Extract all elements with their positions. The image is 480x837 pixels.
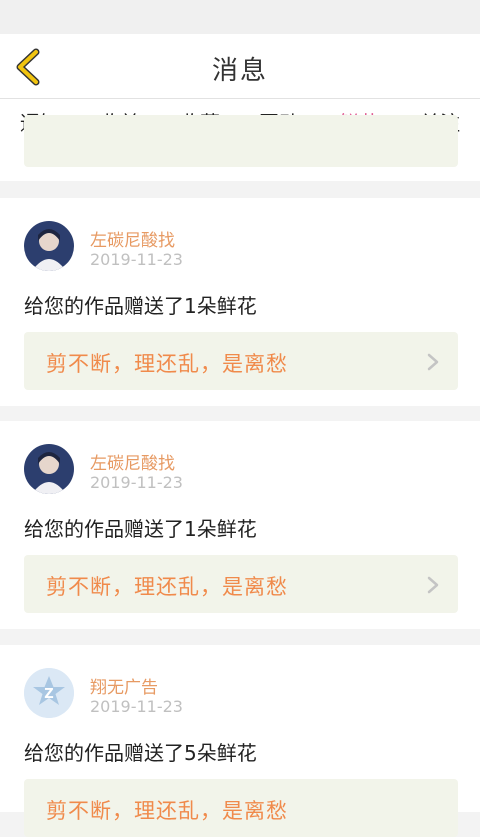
chevron-right-icon	[427, 353, 439, 371]
user-photo-icon	[24, 221, 74, 271]
svg-text:Z: Z	[44, 687, 53, 702]
user-photo-icon	[24, 444, 74, 494]
timestamp: 2019-11-23	[90, 473, 183, 492]
chevron-right-icon	[427, 576, 439, 594]
gift-message: 给您的作品赠送了5朵鲜花	[24, 741, 257, 765]
list-item	[0, 115, 480, 181]
avatar[interactable]	[24, 444, 74, 494]
timestamp: 2019-11-23	[90, 250, 183, 269]
username[interactable]: 左碳尼酸找	[90, 449, 175, 474]
gift-message: 给您的作品赠送了1朵鲜花	[24, 294, 257, 318]
page-title: 消息	[211, 56, 268, 86]
quoted-work[interactable]: 剪不断，理还乱，是离愁	[24, 332, 458, 390]
status-bar	[0, 0, 480, 34]
quoted-work-title: 剪不断，理还乱，是离愁	[46, 575, 288, 599]
username[interactable]: 翔无广告	[90, 673, 158, 698]
z-logo-icon: Z	[24, 668, 74, 718]
gift-message: 给您的作品赠送了1朵鲜花	[24, 517, 257, 541]
quoted-work[interactable]: 剪不断，理还乱，是离愁	[24, 555, 458, 613]
quoted-work-title: 剪不断，理还乱，是离愁	[46, 799, 288, 823]
list-item: Z 翔无广告 2019-11-23 给您的作品赠送了5朵鲜花 剪不断，理还乱，是…	[0, 645, 480, 837]
timestamp: 2019-11-23	[90, 697, 183, 716]
quoted-work[interactable]: 剪不断，理还乱，是离愁	[24, 779, 458, 837]
quoted-work[interactable]	[24, 115, 458, 167]
header: 消息	[0, 34, 480, 99]
quoted-work-title: 剪不断，理还乱，是离愁	[46, 352, 288, 376]
list-item: 左碳尼酸找 2019-11-23 给您的作品赠送了1朵鲜花 剪不断，理还乱，是离…	[0, 198, 480, 406]
list-item: 左碳尼酸找 2019-11-23 给您的作品赠送了1朵鲜花 剪不断，理还乱，是离…	[0, 421, 480, 629]
username[interactable]: 左碳尼酸找	[90, 226, 175, 251]
avatar[interactable]: Z	[24, 668, 74, 718]
avatar[interactable]	[24, 221, 74, 271]
